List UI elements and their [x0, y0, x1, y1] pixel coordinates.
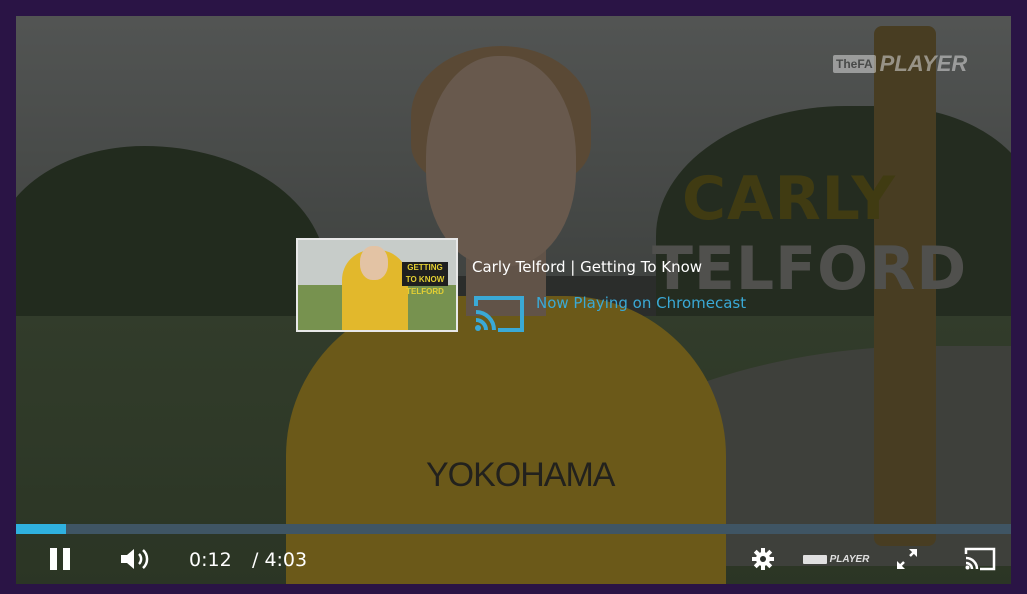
- gear-icon: [752, 548, 774, 570]
- settings-button[interactable]: [748, 534, 778, 584]
- thumbnail-title: GETTING TO KNOW TELFORD: [402, 262, 448, 296]
- player-frame: YOKOHAMA CARLY TELFORD TheFA PLAYER GETT…: [0, 0, 1027, 594]
- watermark-box: TheFA: [833, 55, 876, 73]
- fullscreen-icon: [897, 549, 917, 569]
- volume-button[interactable]: [114, 534, 158, 584]
- video-thumbnail: GETTING TO KNOW TELFORD: [296, 238, 458, 332]
- duration: / 4:03: [252, 549, 308, 571]
- logo-word: PLAYER: [829, 553, 870, 565]
- logo-box: [802, 554, 827, 564]
- control-bar: 0:12 / 4:03 PLAYER: [16, 534, 1011, 584]
- progress-bar[interactable]: [16, 524, 1011, 534]
- cast-status-card: GETTING TO KNOW TELFORD Carly Telford | …: [296, 238, 796, 338]
- video-player[interactable]: YOKOHAMA CARLY TELFORD TheFA PLAYER GETT…: [16, 16, 1011, 584]
- fa-player-watermark: TheFA PLAYER: [833, 51, 968, 76]
- chromecast-icon: [472, 290, 528, 338]
- fullscreen-button[interactable]: [890, 534, 924, 584]
- cast-button[interactable]: [960, 534, 1000, 584]
- volume-icon: [121, 549, 149, 569]
- pause-button[interactable]: [38, 534, 82, 584]
- thumbnail-face: [360, 246, 388, 280]
- watermark-word: PLAYER: [879, 51, 968, 76]
- cast-video-title: Carly Telford | Getting To Know: [472, 258, 703, 276]
- current-time: 0:12: [189, 549, 232, 571]
- pause-icon: [50, 548, 70, 570]
- cast-icon: [964, 547, 996, 571]
- progress-fill: [16, 524, 66, 534]
- fa-player-logo: PLAYER: [796, 534, 876, 584]
- cast-status-text: Now Playing on Chromecast: [536, 294, 747, 312]
